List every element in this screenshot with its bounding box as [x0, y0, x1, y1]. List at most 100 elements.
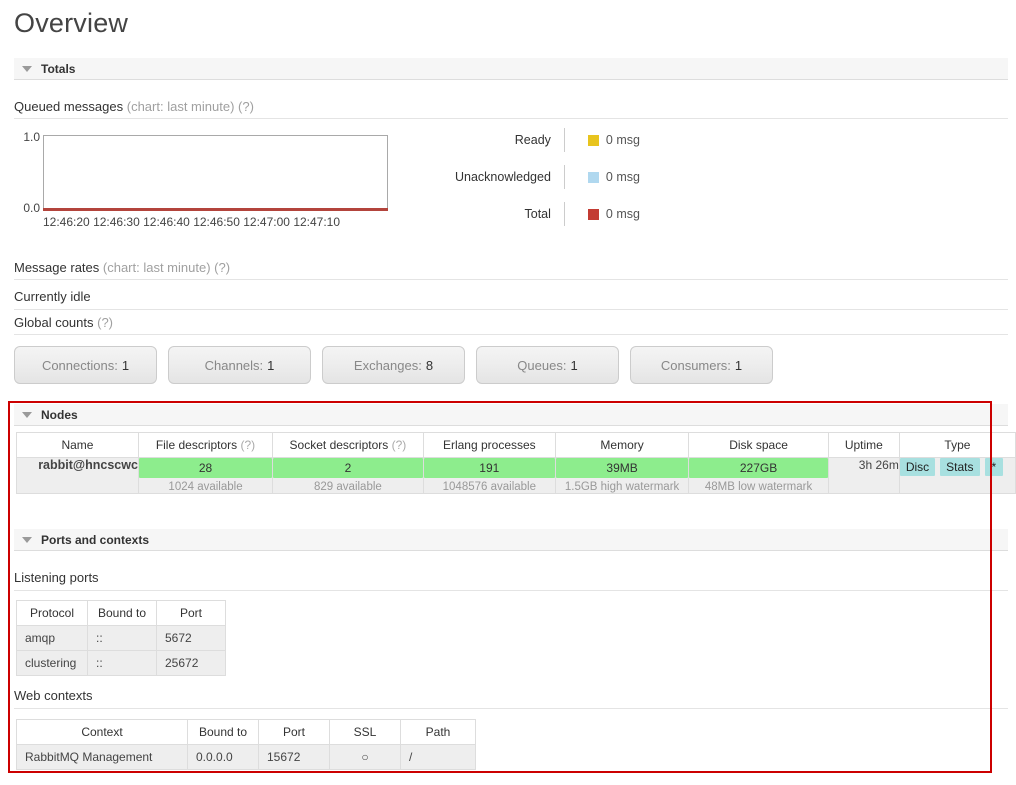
col-uptime: Uptime	[827, 432, 900, 458]
table-row: amqp :: 5672	[16, 625, 226, 651]
legend-value-unacknowledged: 0 msg	[576, 170, 640, 184]
section-header-ports-and-contexts[interactable]: Ports and contexts	[14, 529, 1008, 551]
consumers-label: Consumers:	[660, 357, 731, 373]
table-row: RabbitMQ Management 0.0.0.0 15672 ○ /	[16, 744, 476, 770]
legend-swatch-total	[587, 208, 599, 220]
memory-meter: 39MB	[555, 458, 689, 478]
web-contexts-table: Context Bound to Port SSL Path RabbitMQ …	[16, 719, 476, 770]
socket-descriptors-meter: 2	[273, 458, 423, 478]
col-path: Path	[400, 719, 476, 745]
chevron-down-icon	[22, 411, 32, 418]
page-title: Overview	[14, 8, 129, 38]
consumers-button[interactable]: Consumers: 1	[630, 346, 773, 384]
exchanges-button[interactable]: Exchanges: 8	[322, 346, 465, 384]
queued-messages-label: Queued messages	[14, 99, 124, 114]
section-header-totals[interactable]: Totals	[14, 58, 1008, 80]
col-ssl: SSL	[329, 719, 401, 745]
section-header-nodes[interactable]: Nodes	[14, 404, 1008, 426]
erlang-processes-available: 1048576 available	[442, 481, 536, 493]
chart-xtick: 12:46:20	[43, 215, 90, 229]
cell-file-descriptors: 28 1024 available	[137, 457, 274, 494]
nodes-table: Name File descriptors (?) Socket descrip…	[16, 432, 1016, 494]
port-protocol: clustering	[16, 650, 88, 676]
connections-value: 1	[121, 357, 130, 373]
col-socket-descriptors: Socket descriptors (?)	[272, 432, 424, 458]
cell-type: Disc Stats *	[898, 457, 1016, 494]
legend-label-ready: Ready	[514, 133, 551, 147]
chart-xtick: 12:46:50	[193, 215, 240, 229]
message-rates-label: Message rates	[14, 260, 100, 275]
table-header-row: Context Bound to Port SSL Path	[16, 719, 476, 745]
col-file-descriptors: File descriptors (?)	[137, 432, 274, 458]
context-ssl-icon: ○	[329, 744, 401, 770]
chart-plot-area	[43, 135, 388, 210]
cell-socket-descriptors: 2 829 available	[272, 457, 424, 494]
cell-uptime: 3h 26m	[827, 457, 900, 494]
global-counts-label: Global counts	[14, 315, 94, 330]
table-header-row: Name File descriptors (?) Socket descrip…	[16, 432, 1016, 458]
table-row: rabbit@hncscwc 28 1024 available 2 829 a…	[16, 457, 1016, 494]
chart-ytick-top: 1.0	[23, 130, 40, 144]
file-descriptors-meter: 28	[138, 458, 273, 478]
col-port: Port	[258, 719, 330, 745]
legend-swatch-ready	[587, 134, 599, 146]
global-counts-buttons: Connections: 1 Channels: 1 Exchanges: 8 Que…	[14, 346, 773, 384]
disk-space-watermark: 48MB low watermark	[704, 481, 813, 493]
queues-button[interactable]: Queues: 1	[476, 346, 619, 384]
legend-swatch-unacknowledged	[587, 171, 599, 183]
channels-label: Channels:	[204, 357, 264, 373]
socket-descriptors-available: 829 available	[314, 481, 382, 493]
context-bound-to: 0.0.0.0	[187, 744, 259, 770]
col-context: Context	[16, 719, 188, 745]
help-icon[interactable]: (?)	[392, 438, 407, 452]
help-icon[interactable]: (?)	[241, 438, 256, 452]
legend-divider	[563, 165, 566, 189]
cell-erlang-processes: 191 1048576 available	[422, 457, 556, 494]
currently-idle-text: Currently idle	[14, 289, 1008, 310]
file-descriptors-available: 1024 available	[168, 481, 243, 493]
memory-watermark: 1.5GB high watermark	[564, 481, 680, 493]
table-header-row: Protocol Bound to Port	[16, 600, 226, 626]
section-title-totals: Totals	[41, 61, 76, 76]
port-number: 5672	[156, 625, 226, 651]
connections-label: Connections:	[41, 357, 118, 373]
port-bound-to: ::	[87, 650, 157, 676]
legend-label-unacknowledged: Unacknowledged	[455, 170, 551, 184]
erlang-processes-meter: 191	[423, 458, 555, 478]
global-counts-help-icon[interactable]: (?)	[97, 315, 113, 330]
channels-button[interactable]: Channels: 1	[168, 346, 311, 384]
connections-button[interactable]: Connections: 1	[14, 346, 157, 384]
chart-legend: Ready 0 msg Unacknowledged 0 msg Total 0…	[455, 128, 640, 226]
chart-xticks: 12:46:20 12:46:30 12:46:40 12:46:50 12:4…	[43, 215, 340, 229]
status-badge-star: *	[984, 458, 1004, 476]
chevron-down-icon	[22, 536, 32, 543]
queued-messages-help-icon[interactable]: (?)	[238, 99, 254, 114]
col-erlang-processes: Erlang processes	[422, 432, 556, 458]
queued-messages-heading: Queued messages (chart: last minute) (?)	[14, 99, 1008, 119]
col-bound-to: Bound to	[187, 719, 259, 745]
exchanges-label: Exchanges:	[353, 357, 422, 373]
message-rates-help-icon[interactable]: (?)	[214, 260, 230, 275]
listening-ports-table: Protocol Bound to Port amqp :: 5672 clus…	[16, 600, 226, 676]
chevron-down-icon	[22, 65, 32, 72]
chart-xtick: 12:47:10	[293, 215, 341, 229]
col-bound-to: Bound to	[87, 600, 157, 626]
section-title-nodes: Nodes	[41, 407, 78, 422]
context-name: RabbitMQ Management	[16, 744, 188, 770]
consumers-value: 1	[734, 357, 743, 373]
chart-total-series-line	[43, 208, 388, 211]
col-memory: Memory	[554, 432, 690, 458]
port-bound-to: ::	[87, 625, 157, 651]
cell-disk-space: 227GB 48MB low watermark	[688, 457, 829, 494]
channels-value: 1	[267, 357, 275, 373]
status-badge-stats: Stats	[940, 458, 980, 476]
chart-xtick: 12:46:40	[143, 215, 190, 229]
legend-value-ready-text: 0 msg	[605, 133, 640, 147]
legend-label-total: Total	[524, 207, 551, 221]
legend-value-total-text: 0 msg	[605, 207, 640, 221]
disk-space-meter: 227GB	[689, 458, 828, 478]
node-name[interactable]: rabbit@hncscwc	[16, 457, 139, 494]
listening-ports-heading: Listening ports	[14, 570, 1008, 591]
queued-messages-note: (chart: last minute)	[126, 99, 235, 114]
overview-page: Overview Totals Queued messages (chart: …	[0, 0, 1016, 785]
